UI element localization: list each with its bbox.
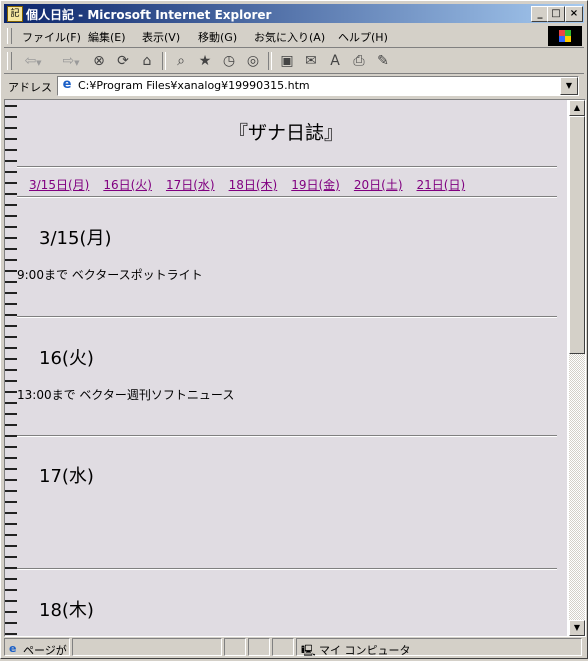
menu-help[interactable]: ヘルプ(H) [338, 29, 388, 45]
toolbar-grip[interactable] [7, 52, 12, 70]
date-nav: 3/15日(月) 16日(火) 17日(水) 18日(木) 19日(金) 20日(土) 21… [29, 176, 479, 193]
nav-link-19[interactable]: 19日(金) [291, 178, 340, 192]
title-bar[interactable]: 記 個人日記 - Microsoft Internet Explorer _ □… [4, 4, 584, 23]
menu-bar: ファイル(F) 編集(E) 表示(V) 移動(G) お気に入り(A) ヘルプ(H… [4, 25, 584, 48]
toolbar-separator [268, 52, 272, 70]
page-title: 『ザナ日誌』 [228, 122, 343, 144]
divider [17, 568, 557, 570]
scroll-down-button[interactable]: ▼ [569, 620, 585, 636]
toolbar: ⇦▼ ⇨▼ ⊗ ⟳ ⌂ ⌕ ★ ◷ ◎ ▣ ✉ A ⎙ ✎ [4, 49, 584, 74]
scroll-thumb[interactable] [569, 116, 585, 354]
stop-icon[interactable]: ⊗ [90, 52, 108, 70]
status-bar: e ページが 🖳 マイ コンピュータ [4, 637, 584, 657]
window-title: 個人日記 - Microsoft Internet Explorer [26, 8, 272, 22]
history-icon[interactable]: ◷ [220, 52, 238, 70]
diary-app-icon[interactable]: 記 [7, 6, 23, 22]
nav-link-20[interactable]: 20日(土) [354, 178, 403, 192]
diary-page: 『ザナ日誌』 3/15日(月) 16日(火) 17日(水) 18日(木) 19日(金) 2… [5, 100, 567, 636]
status-zone-cell: 🖳 マイ コンピュータ [296, 638, 582, 657]
address-url[interactable]: C:¥Program Files¥xanalog¥19990315.htm [78, 79, 310, 92]
menu-go[interactable]: 移動(G) [198, 29, 237, 45]
divider [17, 316, 557, 318]
day-entry: 9:00まで ベクタースポットライト [17, 268, 203, 282]
status-cell [272, 638, 294, 656]
status-progress-cell [72, 638, 222, 656]
favorites-icon[interactable]: ★ [196, 52, 214, 70]
print-icon[interactable]: ⎙ [350, 52, 368, 70]
nav-link-18[interactable]: 18日(木) [229, 178, 278, 192]
toolbar-separator [162, 52, 166, 70]
fullscreen-icon[interactable]: ▣ [278, 52, 296, 70]
status-text: ページが [23, 644, 67, 657]
divider [17, 166, 557, 168]
back-icon[interactable]: ⇦▼ [18, 52, 48, 70]
browser-window: 記 個人日記 - Microsoft Internet Explorer _ □… [0, 0, 588, 659]
status-text-cell: e ページが [4, 638, 70, 657]
address-label: アドレス [8, 81, 52, 94]
day-heading: 18(木) [39, 600, 94, 621]
day-entry: 13:00まで ベクター週刊ソフトニュース [17, 388, 235, 402]
day-heading: 17(水) [39, 466, 94, 487]
maximize-button[interactable]: □ [547, 6, 565, 22]
day-heading: 3/15(月) [39, 228, 112, 249]
home-icon[interactable]: ⌂ [138, 52, 156, 70]
close-button[interactable]: × [565, 6, 583, 22]
status-cell [248, 638, 270, 656]
spiral-binding-decoration [5, 100, 17, 636]
edit-icon[interactable]: ✎ [374, 52, 392, 70]
day-heading: 16(火) [39, 348, 94, 369]
menu-favorites[interactable]: お気に入り(A) [254, 29, 325, 45]
menu-file[interactable]: ファイル(F) [22, 29, 81, 45]
menu-edit[interactable]: 編集(E) [88, 29, 126, 45]
nav-link-3-15[interactable]: 3/15日(月) [29, 178, 89, 192]
divider [17, 435, 557, 437]
status-zone: マイ コンピュータ [319, 644, 411, 657]
scroll-up-button[interactable]: ▲ [569, 100, 585, 116]
ie-page-icon: e [62, 77, 72, 92]
windows-logo-icon [548, 26, 582, 46]
ie-status-icon: e [9, 642, 17, 655]
status-cell [224, 638, 246, 656]
nav-link-16[interactable]: 16日(火) [103, 178, 152, 192]
menu-view[interactable]: 表示(V) [142, 29, 180, 45]
address-dropdown-button[interactable]: ▼ [560, 77, 578, 95]
forward-icon[interactable]: ⇨▼ [56, 52, 86, 70]
vertical-scrollbar[interactable]: ▲ ▼ [569, 100, 585, 636]
nav-link-21[interactable]: 21日(日) [417, 178, 466, 192]
content-area: 『ザナ日誌』 3/15日(月) 16日(火) 17日(水) 18日(木) 19日(金) 2… [4, 99, 586, 637]
divider [17, 196, 557, 198]
nav-link-17[interactable]: 17日(水) [166, 178, 215, 192]
address-bar: アドレス e C:¥Program Files¥xanalog¥19990315… [4, 75, 584, 97]
font-icon[interactable]: A [326, 52, 344, 70]
address-input[interactable]: e C:¥Program Files¥xanalog¥19990315.htm … [57, 76, 579, 96]
mail-icon[interactable]: ✉ [302, 52, 320, 70]
computer-icon: 🖳 [301, 644, 316, 657]
menu-grip[interactable] [7, 28, 12, 44]
search-icon[interactable]: ⌕ [172, 52, 190, 70]
channels-icon[interactable]: ◎ [244, 52, 262, 70]
refresh-icon[interactable]: ⟳ [114, 52, 132, 70]
